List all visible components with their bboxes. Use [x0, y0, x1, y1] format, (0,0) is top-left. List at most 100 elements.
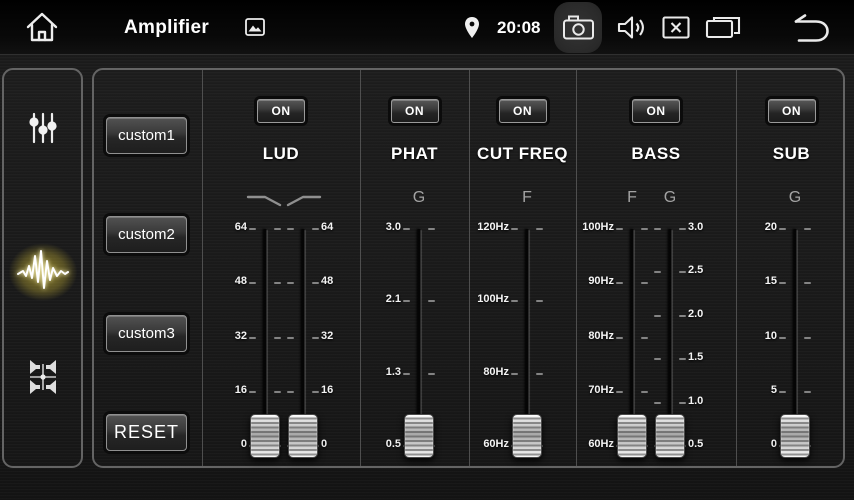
reset-button[interactable]: RESET: [106, 414, 187, 451]
phat-slider-1-thumb[interactable]: [404, 414, 434, 458]
tick-mark: [654, 228, 661, 230]
tick-mark: [312, 391, 319, 393]
tick-mark: [804, 391, 811, 393]
bass-on-button[interactable]: ON: [632, 99, 680, 123]
tick-mark: [779, 391, 786, 393]
speaker-balance-icon: [21, 355, 65, 404]
close-window-icon: [662, 16, 690, 39]
volume-icon: [616, 14, 648, 41]
home-button[interactable]: [24, 9, 60, 46]
tick-mark: [654, 271, 661, 273]
home-icon: [24, 9, 60, 46]
sub-slider-1-band-label: G: [779, 189, 811, 207]
bass-slider-2-band-label: G: [654, 189, 686, 207]
back-button[interactable]: [784, 13, 830, 43]
tick-mark: [536, 228, 543, 230]
tick-mark: [312, 337, 319, 339]
bass-slider-2-scale: 3.02.52.01.51.00.5: [688, 229, 732, 446]
channel-bass: ON BASS F100Hz90Hz80Hz70Hz60HzG3.02.52.0…: [576, 70, 736, 466]
tick-mark: [312, 282, 319, 284]
cut-freq-slider-1-thumb[interactable]: [512, 414, 542, 458]
lud-slider-2-thumb[interactable]: [288, 414, 318, 458]
phat-slider-1-band-label: G: [403, 189, 435, 207]
tick-mark: [679, 315, 686, 317]
lud-slider-2[interactable]: [287, 229, 319, 446]
tick-mark: [779, 228, 786, 230]
tick-mark: [804, 337, 811, 339]
phat-slider-1[interactable]: [403, 229, 435, 446]
tick-mark: [403, 373, 410, 375]
tick-mark: [274, 228, 281, 230]
clock: 20:08: [497, 0, 540, 55]
tick-mark: [779, 282, 786, 284]
tick-mark: [779, 337, 786, 339]
lowpass-curve-icon: [246, 194, 284, 213]
tick-mark: [654, 315, 661, 317]
custom3-button[interactable]: custom3: [106, 315, 187, 352]
sidebar-item-speaker-balance[interactable]: [4, 347, 81, 411]
sidebar: [2, 68, 83, 468]
tick-mark: [274, 391, 281, 393]
bass-title: BASS: [576, 144, 736, 164]
preset-column: custom1 custom2 custom3 RESET: [94, 70, 202, 466]
sidebar-item-sound-effect[interactable]: [4, 240, 81, 304]
phat-title: PHAT: [360, 144, 469, 164]
lud-title: LUD: [202, 144, 360, 164]
volume-button[interactable]: [616, 14, 648, 41]
tick-mark: [403, 300, 410, 302]
page-title: Amplifier: [124, 0, 209, 55]
tick-mark: [616, 337, 623, 339]
tick-mark: [249, 337, 256, 339]
bass-slider-2-thumb[interactable]: [655, 414, 685, 458]
sub-slider-1[interactable]: [779, 229, 811, 446]
tick-mark: [249, 391, 256, 393]
channel-cut-freq: ON CUT FREQ F120Hz100Hz80Hz60Hz: [469, 70, 576, 466]
tick-mark: [641, 228, 648, 230]
tick-mark: [641, 391, 648, 393]
cut-freq-title: CUT FREQ: [469, 144, 576, 164]
tick-mark: [287, 391, 294, 393]
bass-slider-1-thumb[interactable]: [617, 414, 647, 458]
close-window-button[interactable]: [662, 16, 690, 39]
sub-on-button[interactable]: ON: [768, 99, 816, 123]
bass-slider-1-band-label: F: [616, 189, 648, 207]
tick-mark: [679, 402, 686, 404]
tick-mark: [511, 228, 518, 230]
cut-freq-on-button[interactable]: ON: [499, 99, 547, 123]
recent-apps-button[interactable]: [705, 15, 741, 40]
sub-slider-1-scale: 20151050: [733, 229, 777, 446]
sub-slider-1-thumb[interactable]: [780, 414, 810, 458]
bass-slider-2[interactable]: [654, 229, 686, 446]
tick-mark: [428, 373, 435, 375]
tick-mark: [679, 358, 686, 360]
camera-button[interactable]: [562, 14, 595, 41]
tick-mark: [654, 358, 661, 360]
lud-slider-1[interactable]: [249, 229, 281, 446]
sub-title: SUB: [736, 144, 847, 164]
camera-icon: [562, 14, 595, 41]
amplifier-screen: Amplifier 20:08: [0, 0, 854, 500]
tick-mark: [312, 228, 319, 230]
tick-mark: [536, 300, 543, 302]
phat-on-button[interactable]: ON: [391, 99, 439, 123]
custom1-button[interactable]: custom1: [106, 117, 187, 154]
location-pin-icon: [464, 16, 480, 39]
sidebar-item-equalizer[interactable]: [4, 98, 81, 162]
cut-freq-slider-1-band-label: F: [511, 189, 543, 207]
tick-mark: [403, 228, 410, 230]
gallery-button[interactable]: [245, 18, 265, 36]
highpass-curve-icon: [284, 194, 322, 213]
lud-on-button[interactable]: ON: [257, 99, 305, 123]
phat-slider-1-scale: 3.02.11.30.5: [357, 229, 401, 446]
lud-slider-1-thumb[interactable]: [250, 414, 280, 458]
channel-sub: ON SUB G 20151050: [736, 70, 847, 466]
tick-mark: [287, 337, 294, 339]
bass-slider-1-scale: 100Hz90Hz80Hz70Hz60Hz: [570, 229, 614, 446]
tick-mark: [654, 402, 661, 404]
equalizer-sliders-icon: [27, 112, 59, 149]
custom2-button[interactable]: custom2: [106, 216, 187, 253]
bass-slider-1[interactable]: [616, 229, 648, 446]
channel-lud: ON LUD 644832160644832160: [202, 70, 360, 466]
tick-mark: [428, 300, 435, 302]
cut-freq-slider-1[interactable]: [511, 229, 543, 446]
